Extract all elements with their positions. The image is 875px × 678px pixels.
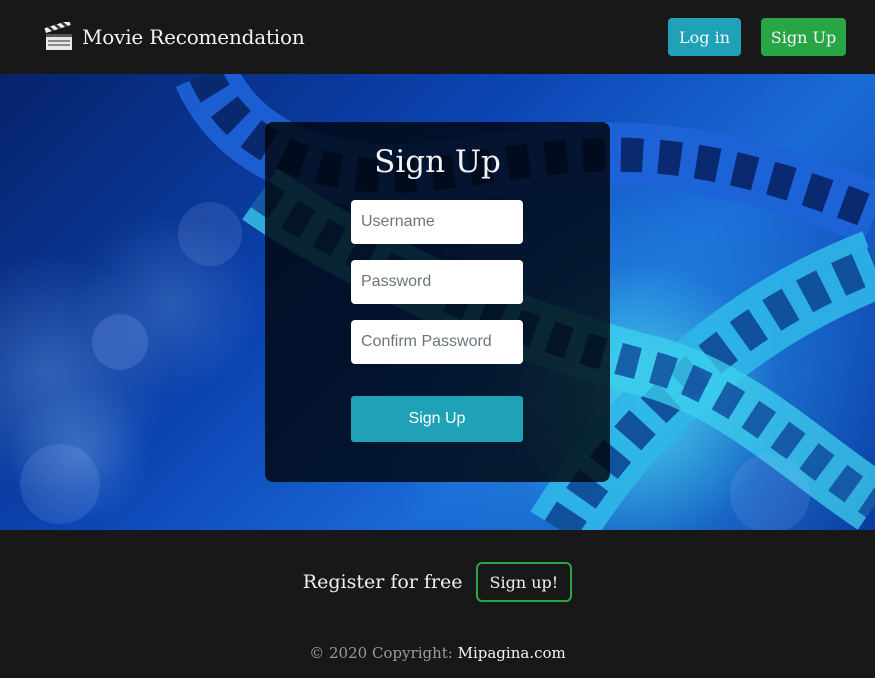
copyright-text: © 2020 Copyright: — [309, 644, 458, 662]
clapperboard-icon — [44, 22, 72, 50]
username-input[interactable] — [351, 200, 523, 244]
hero-banner: Sign Up Sign Up — [0, 74, 875, 530]
brand-title: Movie Recomendation — [82, 25, 305, 49]
copyright: © 2020 Copyright: Mipagina.com — [0, 644, 875, 662]
signup-submit-button[interactable]: Sign Up — [351, 396, 523, 442]
signup-nav-button[interactable]: Sign Up — [761, 18, 846, 56]
register-row: Register for free Sign up! — [0, 562, 875, 602]
signup-card: Sign Up Sign Up — [265, 122, 610, 482]
confirm-password-input[interactable] — [351, 320, 523, 364]
login-button[interactable]: Log in — [668, 18, 741, 56]
navbar: Movie Recomendation Log in Sign Up — [0, 0, 875, 74]
register-text: Register for free — [302, 571, 463, 593]
footer: Register for free Sign up! © 2020 Copyri… — [0, 530, 875, 678]
brand[interactable]: Movie Recomendation — [44, 20, 305, 54]
copyright-link[interactable]: Mipagina.com — [458, 644, 566, 662]
password-input[interactable] — [351, 260, 523, 304]
form-title: Sign Up — [374, 144, 501, 180]
register-signup-button[interactable]: Sign up! — [475, 562, 573, 602]
